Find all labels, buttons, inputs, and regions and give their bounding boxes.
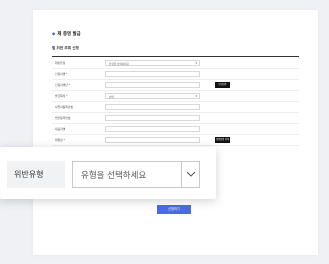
form-row-applicant-name: 신청자명 *	[52, 69, 299, 80]
applicant-birth-input[interactable]	[105, 82, 200, 88]
section-divider	[52, 56, 299, 57]
chair-search-button[interactable]: 위원장명 검색	[215, 137, 230, 143]
corp-number-input[interactable]	[105, 115, 200, 121]
submit-button[interactable]: 신청하기	[157, 205, 191, 214]
chair-input[interactable]	[105, 137, 200, 143]
form-label: 법인등록번호	[55, 116, 71, 120]
form-row-applicant-birth: 신청자생년 * 본인인증	[52, 80, 299, 91]
form-label: 신청자명 *	[55, 72, 68, 76]
zoomed-field-callout: 위반유형 유형을 선택하세요	[0, 147, 216, 199]
form-card: ◆ 제 증명 발급 법 위반 조회 신청 위반유형 유형을 선택하세요 ▾ 신청자…	[33, 10, 318, 255]
chevron-down-icon: ▾	[195, 94, 197, 98]
form-label: 위원장 *	[55, 138, 66, 142]
form-row-business-number: 사업자등록번호	[52, 102, 299, 113]
form-label: 대표자명	[55, 127, 66, 131]
chevron-down-icon: ▾	[195, 61, 197, 65]
form-label: 위반유형	[55, 61, 66, 65]
violation-type-select-zoomed[interactable]: 유형을 선택하세요	[72, 161, 200, 188]
form-row-representative: 대표자명	[52, 124, 299, 135]
verify-button[interactable]: 본인인증	[215, 82, 230, 88]
zoom-label-cell: 위반유형	[7, 161, 65, 188]
form-row-chair: 위원장 * 위원장명 검색	[52, 135, 299, 146]
chevron-down-icon	[186, 171, 196, 177]
zoom-select-value: 유형을 선택하세요	[81, 171, 147, 181]
applicant-name-input[interactable]	[105, 71, 200, 77]
zoom-field-label: 위반유형	[14, 170, 44, 179]
form-row-purpose: 발급목적 * 선택 ▾	[52, 91, 299, 102]
form-label: 신청자생년 *	[55, 83, 71, 87]
form-label: 사업자등록번호	[55, 105, 74, 109]
select-separator	[181, 162, 182, 187]
form-row-corp-number: 법인등록번호	[52, 113, 299, 124]
representative-input[interactable]	[105, 126, 200, 132]
form-label: 발급목적 *	[55, 94, 68, 98]
title-bullet-icon: ◆	[52, 32, 56, 37]
form-row-violation-type: 위반유형 유형을 선택하세요 ▾	[52, 58, 299, 69]
page-title: ◆ 제 증명 발급	[52, 32, 81, 37]
violation-type-select[interactable]: 유형을 선택하세요 ▾	[105, 60, 200, 66]
purpose-select[interactable]: 선택 ▾	[105, 93, 200, 99]
section-title: 법 위반 조회 신청	[52, 46, 79, 50]
business-number-input[interactable]	[105, 104, 200, 110]
